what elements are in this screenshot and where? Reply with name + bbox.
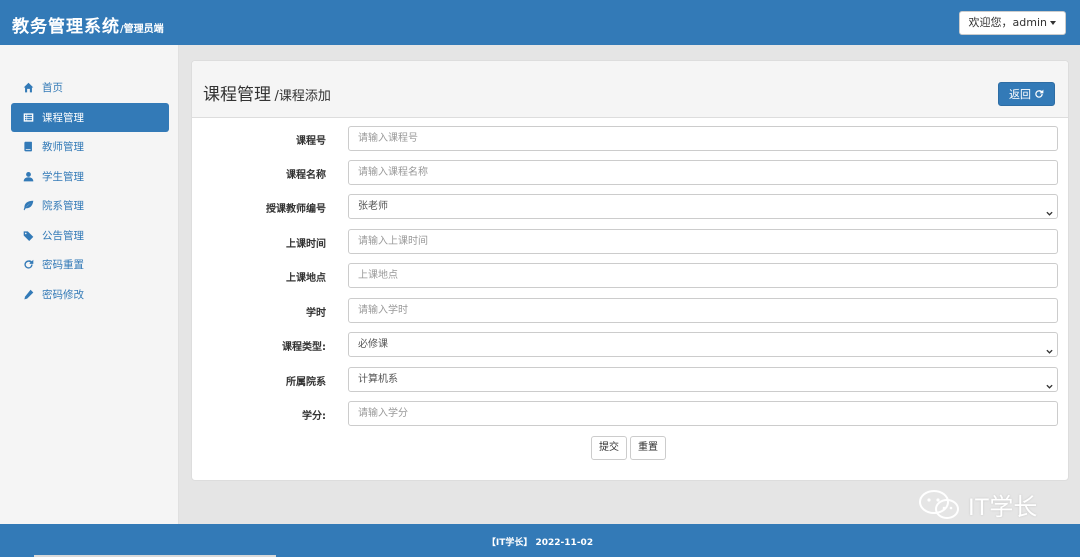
sidebar-item-label: 院系管理 bbox=[42, 200, 84, 213]
form-row-hours: 学时 请输入学时 bbox=[192, 298, 1068, 323]
form-row-class-time: 上课时间 请输入上课时间 bbox=[192, 229, 1068, 254]
footer-text: 【IT学长】 2022-11-02 bbox=[486, 538, 594, 548]
chevron-down-icon bbox=[1046, 341, 1053, 354]
credit-input[interactable]: 请输入学分 bbox=[348, 401, 1058, 426]
panel-heading: 课程管理 /课程添加 返回 bbox=[192, 61, 1068, 118]
course-id-input[interactable]: 请输入课程号 bbox=[348, 126, 1058, 151]
leaf-icon bbox=[23, 200, 34, 211]
brand-title: 教务管理系统 bbox=[12, 17, 120, 37]
sidebar-item-label: 公告管理 bbox=[42, 229, 84, 242]
refresh-icon bbox=[1031, 89, 1044, 99]
sidebar: 首页 课程管理 教师管理 学生管理 院系管理 公告管理 密码重置 密码修改 bbox=[0, 45, 179, 524]
user-menu-dropdown[interactable]: 欢迎您，admin bbox=[958, 11, 1066, 35]
sidebar-item-password-reset[interactable]: 密码重置 bbox=[11, 250, 169, 280]
sidebar-item-department-management[interactable]: 院系管理 bbox=[11, 191, 169, 221]
class-time-input[interactable]: 请输入上课时间 bbox=[348, 229, 1058, 254]
sidebar-item-teacher-management[interactable]: 教师管理 bbox=[11, 132, 169, 162]
course-type-select-value: 必修课 bbox=[358, 339, 388, 350]
brand[interactable]: 教务管理系统/管理员端 bbox=[12, 12, 164, 37]
hours-label: 学时 bbox=[306, 308, 326, 319]
submit-button[interactable]: 提交 bbox=[591, 436, 627, 460]
sidebar-nav: 首页 课程管理 教师管理 学生管理 院系管理 公告管理 密码重置 密码修改 bbox=[11, 73, 169, 309]
sidebar-item-course-management[interactable]: 课程管理 bbox=[11, 102, 169, 132]
teacher-select[interactable]: 张老师 bbox=[348, 194, 1058, 219]
top-navbar: 教务管理系统/管理员端 欢迎您，admin bbox=[0, 0, 1080, 45]
user-icon bbox=[23, 171, 34, 182]
chevron-down-icon bbox=[1046, 203, 1053, 216]
form-row-department: 所属院系 计算机系 bbox=[192, 367, 1068, 392]
course-type-select[interactable]: 必修课 bbox=[348, 332, 1058, 357]
teacher-label: 授课教师编号 bbox=[266, 204, 326, 215]
refresh-icon bbox=[23, 259, 34, 270]
course-name-input[interactable]: 请输入课程名称 bbox=[348, 160, 1058, 185]
sidebar-item-student-management[interactable]: 学生管理 bbox=[11, 162, 169, 192]
form-row-course-name: 课程名称 请输入课程名称 bbox=[192, 160, 1068, 185]
course-type-label: 课程类型: bbox=[282, 342, 326, 353]
back-button-label: 返回 bbox=[1009, 88, 1031, 101]
wechat-icon bbox=[918, 489, 968, 521]
sidebar-item-announcement-management[interactable]: 公告管理 bbox=[11, 221, 169, 251]
sidebar-item-home[interactable]: 首页 bbox=[11, 73, 169, 103]
sidebar-item-label: 密码修改 bbox=[42, 288, 84, 301]
watermark-text: IT学长 bbox=[968, 494, 1038, 521]
hours-input[interactable]: 请输入学时 bbox=[348, 298, 1058, 323]
form-row-course-id: 课程号 请输入课程号 bbox=[192, 126, 1068, 151]
class-place-label: 上课地点 bbox=[286, 273, 326, 284]
list-icon bbox=[23, 112, 34, 123]
form-row-class-place: 上课地点 上课地点 bbox=[192, 263, 1068, 288]
form-row-credit: 学分: 请输入学分 bbox=[192, 401, 1068, 426]
sidebar-item-label: 课程管理 bbox=[42, 111, 84, 124]
home-icon bbox=[23, 82, 34, 93]
sidebar-item-password-change[interactable]: 密码修改 bbox=[11, 280, 169, 310]
caret-down-icon bbox=[1050, 21, 1056, 25]
page-title-sub: /课程添加 bbox=[274, 89, 331, 104]
tags-icon bbox=[23, 230, 34, 241]
watermark: IT学长 bbox=[918, 487, 1037, 522]
course-id-label: 课程号 bbox=[296, 136, 326, 147]
department-select[interactable]: 计算机系 bbox=[348, 367, 1058, 392]
page-title: 课程管理 /课程添加 bbox=[203, 80, 331, 105]
reset-button[interactable]: 重置 bbox=[630, 436, 666, 460]
teacher-select-value: 张老师 bbox=[358, 201, 388, 212]
pencil-icon bbox=[23, 289, 34, 300]
department-label: 所属院系 bbox=[286, 377, 326, 388]
course-name-label: 课程名称 bbox=[286, 170, 326, 181]
class-time-label: 上课时间 bbox=[286, 239, 326, 250]
book-icon bbox=[23, 141, 34, 152]
form-actions: 提交 重置 bbox=[591, 436, 666, 460]
user-menu-label: 欢迎您，admin bbox=[968, 16, 1047, 29]
class-place-input[interactable]: 上课地点 bbox=[348, 263, 1058, 288]
form-row-teacher: 授课教师编号 张老师 bbox=[192, 194, 1068, 219]
department-select-value: 计算机系 bbox=[358, 374, 398, 385]
page-title-main: 课程管理 bbox=[203, 85, 271, 105]
sidebar-item-label: 学生管理 bbox=[42, 170, 84, 183]
sidebar-item-label: 密码重置 bbox=[42, 259, 84, 272]
sidebar-item-label: 首页 bbox=[42, 82, 63, 95]
credit-label: 学分: bbox=[302, 411, 326, 422]
back-button[interactable]: 返回 bbox=[998, 82, 1055, 106]
footer: 【IT学长】 2022-11-02 bbox=[0, 524, 1080, 557]
course-add-panel: 课程管理 /课程添加 返回 课程号 请输入课程号 课程名称 请输入课程名称 授课… bbox=[191, 60, 1069, 481]
chevron-down-icon bbox=[1046, 376, 1053, 389]
brand-subtitle: /管理员端 bbox=[120, 24, 164, 35]
form-row-course-type: 课程类型: 必修课 bbox=[192, 332, 1068, 357]
sidebar-item-label: 教师管理 bbox=[42, 141, 84, 154]
